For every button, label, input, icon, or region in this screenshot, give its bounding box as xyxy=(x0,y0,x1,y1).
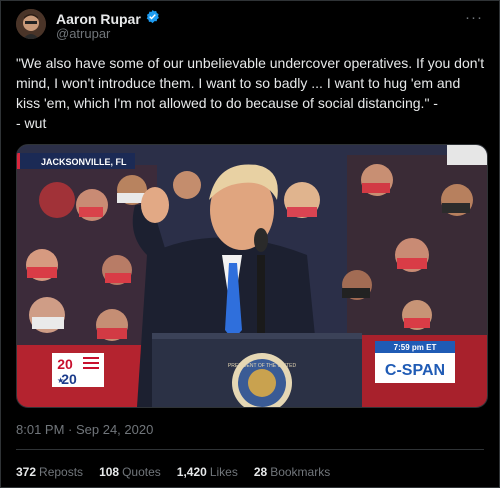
divider xyxy=(16,449,484,450)
reposts-count: 372 xyxy=(16,465,37,479)
avatar[interactable] xyxy=(16,9,46,39)
logo-top: 20 xyxy=(57,356,73,372)
reposts-stat[interactable]: 372 Reposts xyxy=(16,465,83,479)
quotes-count: 108 xyxy=(99,465,120,479)
verified-badge-icon xyxy=(145,9,160,29)
likes-stat[interactable]: 1,420 Likes xyxy=(177,465,238,479)
time-label: 7:59 pm ET xyxy=(394,343,437,352)
likes-count: 1,420 xyxy=(176,465,207,479)
reposts-label: Reposts xyxy=(39,465,84,479)
quotes-stat[interactable]: 108 Quotes xyxy=(99,465,161,479)
bookmarks-count: 28 xyxy=(253,465,268,479)
tweet-card: Aaron Rupar @atrupar ··· "We also have s… xyxy=(0,0,500,488)
podium: PRESIDENT OF THE UNITED xyxy=(152,333,362,407)
tweet-timestamp[interactable]: 8:01 PM · Sep 24, 2020 xyxy=(16,422,153,437)
bookmarks-stat[interactable]: 28 Bookmarks xyxy=(254,465,330,479)
tweet-text: "We also have some of our unbelievable u… xyxy=(16,55,485,131)
location-label: JACKSONVILLE, FL xyxy=(41,157,127,167)
network-label: C-SPAN xyxy=(385,362,445,379)
author-name[interactable]: Aaron Rupar xyxy=(56,11,141,27)
author-handle[interactable]: @atrupar xyxy=(56,26,110,41)
more-options-icon[interactable]: ··· xyxy=(465,9,483,26)
engagement-stats: 372 Reposts 108 Quotes 1,420 Likes 28 Bookma… xyxy=(16,465,330,479)
likes-label: Likes xyxy=(209,465,238,479)
campaign-2020-logo: 20 20 ★ xyxy=(52,353,104,387)
quotes-label: Quotes xyxy=(122,465,161,479)
star-icon: ★ xyxy=(57,376,64,385)
tweet-video[interactable]: PRESIDENT OF THE UNITED JACKSONVILLE, FL… xyxy=(16,144,488,408)
seal-text: PRESIDENT OF THE UNITED xyxy=(228,363,297,369)
bookmarks-label: Bookmarks xyxy=(270,465,331,479)
cspan-bug: 7:59 pm ET C-SPAN xyxy=(375,341,455,383)
location-tag: JACKSONVILLE, FL xyxy=(17,153,135,169)
